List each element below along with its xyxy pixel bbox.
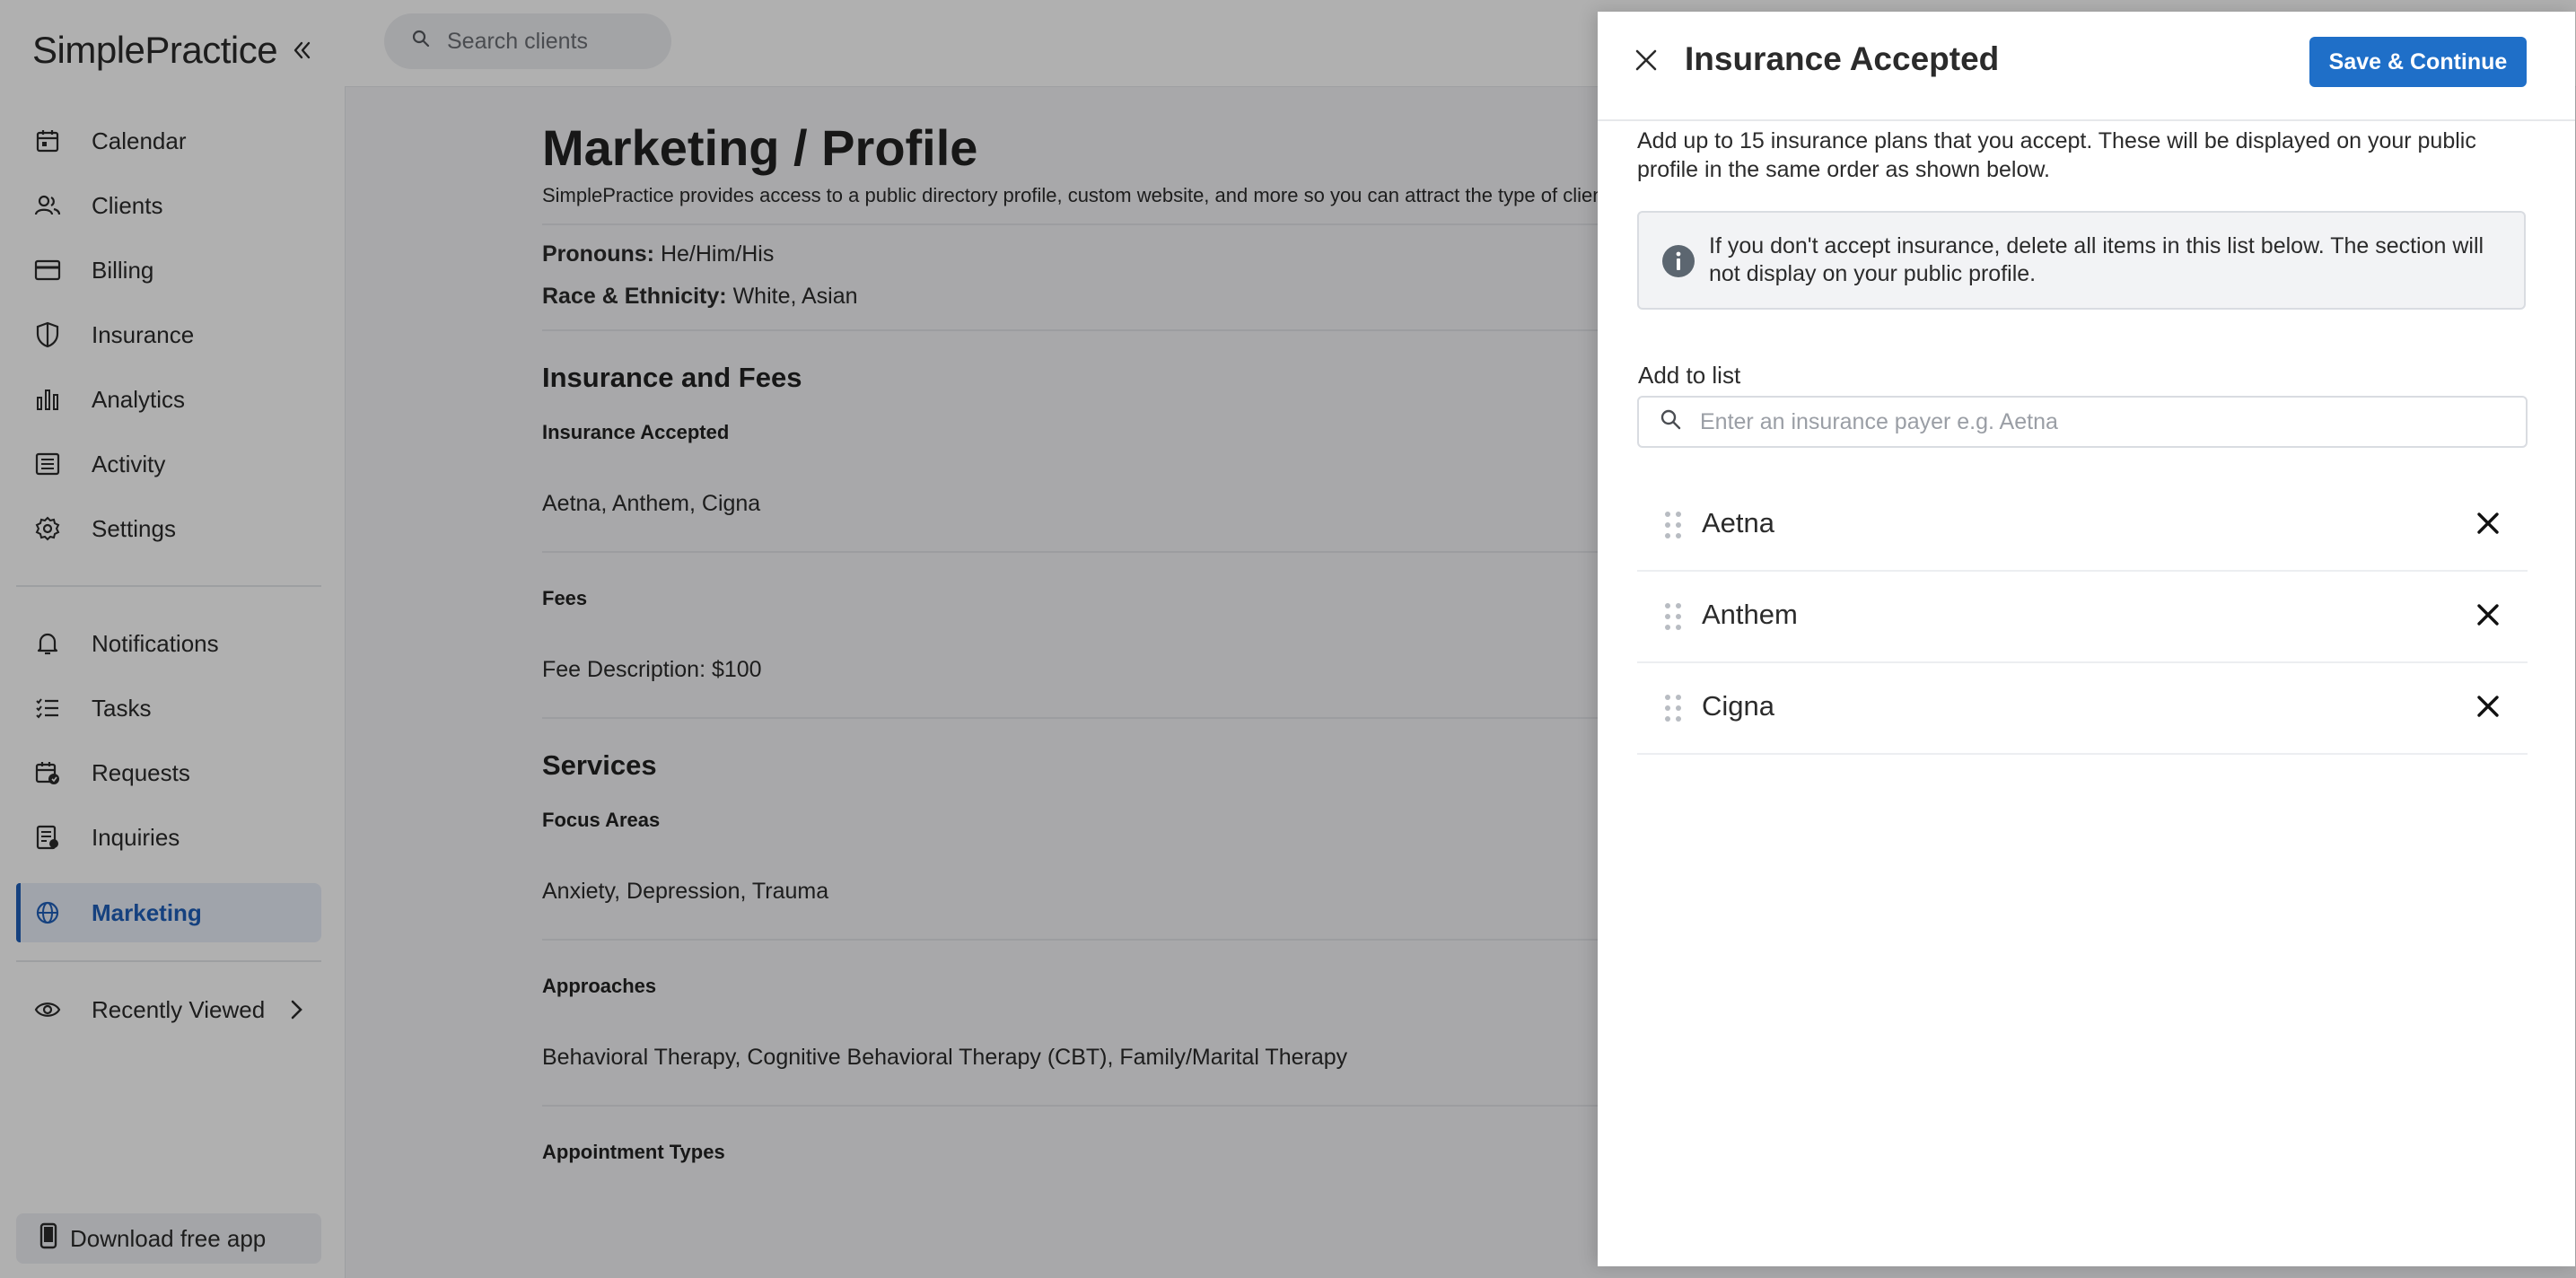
drag-handle-icon[interactable] xyxy=(1662,692,1684,724)
list-item[interactable]: Cigna xyxy=(1637,663,2528,755)
plan-name: Anthem xyxy=(1702,599,1798,630)
insurance-plan-list: Aetna Anthem Cigna xyxy=(1637,480,2528,755)
search-icon xyxy=(1659,407,1682,437)
drawer-header: Insurance Accepted Save & Continue xyxy=(1598,12,2575,121)
drawer-title: Insurance Accepted xyxy=(1685,40,2000,77)
info-text: If you don't accept insurance, delete al… xyxy=(1709,233,2484,286)
add-to-list-label: Add to list xyxy=(1638,362,1741,389)
insurance-payer-placeholder: Enter an insurance payer e.g. Aetna xyxy=(1700,408,2058,434)
list-item[interactable]: Aetna xyxy=(1637,480,2528,572)
insurance-drawer: Insurance Accepted Save & Continue Add u… xyxy=(1598,12,2575,1266)
plan-name: Cigna xyxy=(1702,690,1774,722)
list-item[interactable]: Anthem xyxy=(1637,572,2528,663)
save-continue-button[interactable]: Save & Continue xyxy=(2309,37,2527,87)
info-banner: If you don't accept insurance, delete al… xyxy=(1637,211,2526,310)
remove-icon[interactable] xyxy=(2470,688,2506,724)
close-icon[interactable] xyxy=(1630,44,1662,76)
remove-icon[interactable] xyxy=(2470,597,2506,633)
plan-name: Aetna xyxy=(1702,507,1775,538)
info-icon xyxy=(1662,245,1695,277)
drag-handle-icon[interactable] xyxy=(1662,509,1684,541)
drag-handle-icon[interactable] xyxy=(1662,600,1684,633)
insurance-payer-input[interactable]: Enter an insurance payer e.g. Aetna xyxy=(1637,396,2528,448)
remove-icon[interactable] xyxy=(2470,505,2506,541)
drawer-intro: Add up to 15 insurance plans that you ac… xyxy=(1637,128,2476,182)
